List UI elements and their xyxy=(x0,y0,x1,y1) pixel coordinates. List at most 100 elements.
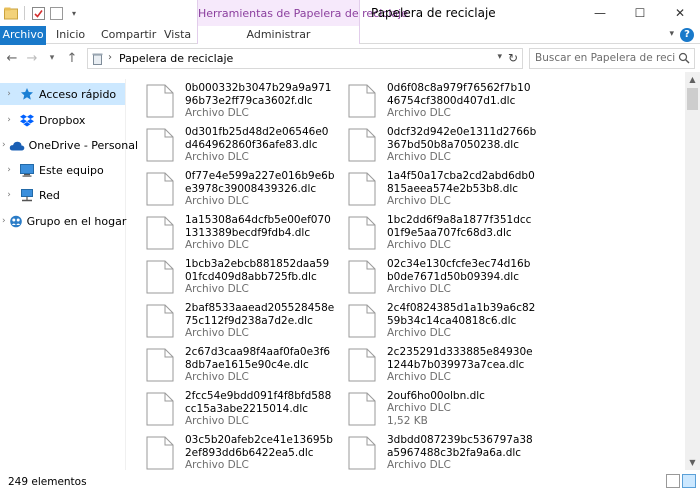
tiles-view-icon[interactable] xyxy=(682,474,696,488)
window-title: Papelera de reciclaje xyxy=(371,6,496,20)
tab-compartir[interactable]: Compartir xyxy=(101,26,156,44)
item-count: 249 elementos xyxy=(8,476,87,488)
separator xyxy=(24,6,25,20)
file-item[interactable]: 1bcb3a2ebcb881852daa5901fcd409d8abb725fb… xyxy=(132,252,332,295)
file-icon xyxy=(146,84,174,118)
scrollbar-thumb[interactable] xyxy=(687,88,698,110)
new-folder-icon[interactable] xyxy=(49,6,63,20)
file-item[interactable]: 02c34e130cfcfe3ec74d16bb0de7671d50b09394… xyxy=(334,252,534,295)
sidebar-item-label: Acceso rápido xyxy=(39,87,117,101)
file-item[interactable]: 0d6f08c8a979f76562f7b1046754cf3800d407d1… xyxy=(334,76,534,119)
file-type: Archivo DLC xyxy=(185,371,249,383)
sidebar-item-label: Red xyxy=(39,188,60,202)
file-item[interactable]: 0d301fb25d48d2e06546e0d464962860f36afe83… xyxy=(132,120,332,163)
file-name: 03c5b20afeb2ce41e13695b2ef893dd6b6422ea5… xyxy=(185,434,333,459)
file-type: Archivo DLC xyxy=(387,107,451,119)
folder-icon[interactable] xyxy=(4,6,18,20)
vertical-scrollbar[interactable]: ▲ ▼ xyxy=(685,72,700,470)
file-type: Archivo DLC xyxy=(185,107,249,119)
file-type: Archivo DLC xyxy=(185,239,249,251)
file-item[interactable]: 0f77e4e599a227e016b9e6be3978c39008439326… xyxy=(132,164,335,207)
search-icon[interactable] xyxy=(678,52,690,67)
file-item[interactable]: 2c235291d333885e84930e1244b7b039973a7cea… xyxy=(334,340,534,383)
file-icon xyxy=(348,436,376,470)
close-button[interactable]: ✕ xyxy=(660,0,700,26)
expand-chevron-icon[interactable]: › xyxy=(2,216,6,226)
tab-vista[interactable]: Vista xyxy=(164,26,191,44)
scroll-up-icon[interactable]: ▲ xyxy=(685,72,700,87)
file-item[interactable]: 1a15308a64dcfb5e00ef0701313389becdf9fdb4… xyxy=(132,208,332,251)
expand-chevron-icon[interactable]: › xyxy=(2,89,16,99)
file-icon xyxy=(348,392,376,426)
file-name: 1a15308a64dcfb5e00ef0701313389becdf9fdb4… xyxy=(185,214,331,239)
refresh-icon[interactable]: ↻ xyxy=(508,51,518,65)
file-icon xyxy=(348,348,376,382)
file-name: 2c235291d333885e84930e1244b7b039973a7cea… xyxy=(387,346,533,371)
file-item[interactable]: 1bc2dd6f9a8a1877f351dcc01f9e5aa707fc68d3… xyxy=(334,208,534,251)
recent-locations-icon[interactable]: ▾ xyxy=(44,50,60,66)
file-type: Archivo DLC xyxy=(387,239,451,251)
sidebar-item-onedrive[interactable]: › OneDrive - Personal xyxy=(0,134,138,156)
navigation-pane: › Acceso rápido › Dropbox › OneDrive - P… xyxy=(0,79,138,470)
minimize-button[interactable]: — xyxy=(580,0,620,26)
file-item[interactable]: 2c67d3caa98f4aaf0fa0e3f68db7ae1615e90c4e… xyxy=(132,340,332,383)
back-arrow-icon[interactable]: ← xyxy=(4,50,20,66)
file-item[interactable]: 2baf8533aaead205528458e75c112f9d238a7d2e… xyxy=(132,296,334,339)
file-icon xyxy=(146,392,174,426)
tab-administrar[interactable]: Administrar xyxy=(197,26,360,44)
forward-arrow-icon[interactable]: → xyxy=(24,50,40,66)
address-dropdown-icon[interactable]: ▾ xyxy=(497,52,502,62)
file-type: Archivo DLC xyxy=(387,151,451,163)
scroll-down-icon[interactable]: ▼ xyxy=(685,455,700,470)
file-item[interactable]: 2c4f0824385d1a1b39a6c8259b34c14ca40818c6… xyxy=(334,296,535,339)
details-view-icon[interactable] xyxy=(666,474,680,488)
network-icon xyxy=(19,187,35,203)
sidebar-item-label: Dropbox xyxy=(39,113,86,127)
file-icon xyxy=(146,304,174,338)
properties-icon[interactable] xyxy=(31,6,45,20)
expand-chevron-icon[interactable]: › xyxy=(2,190,16,200)
file-item[interactable]: 1a4f50a17cba2cd2abd6db0815aeea574e2b53b8… xyxy=(334,164,535,207)
file-type: Archivo DLC xyxy=(185,459,249,470)
help-icon[interactable]: ? xyxy=(680,28,694,42)
file-icon xyxy=(146,216,174,250)
file-type: Archivo DLC xyxy=(185,415,249,427)
file-name: 0d6f08c8a979f76562f7b1046754cf3800d407d1… xyxy=(387,82,531,107)
sidebar-item-quick-access[interactable]: › Acceso rápido xyxy=(0,83,125,105)
sidebar-item-network[interactable]: › Red xyxy=(0,184,125,206)
expand-ribbon-icon[interactable]: ▾ xyxy=(669,29,674,39)
file-icon xyxy=(146,128,174,162)
file-item[interactable]: 3dbdd087239bc536797a38a5967488c3b2fa9a6a… xyxy=(334,428,534,470)
file-name: 1bc2dd6f9a8a1877f351dcc01f9e5aa707fc68d3… xyxy=(387,214,532,239)
file-name: 1bcb3a2ebcb881852daa5901fcd409d8abb725fb… xyxy=(185,258,330,283)
sidebar-item-homegroup[interactable]: › Grupo en el hogar xyxy=(0,210,126,232)
file-item[interactable]: 2ouf6ho00olbn.dlc Archivo DLC 1,52 KB xyxy=(334,384,534,427)
file-type: Archivo DLC xyxy=(387,283,451,295)
expand-chevron-icon[interactable]: › xyxy=(2,115,16,125)
search-input[interactable] xyxy=(535,52,675,64)
address-bar[interactable]: › Papelera de reciclaje ▾ ↻ xyxy=(87,48,523,69)
breadcrumb-chevron-icon[interactable]: › xyxy=(108,52,112,63)
file-name: 0b000332b3047b29a9a97196b73e2ff79ca3602f… xyxy=(185,82,332,107)
file-icon xyxy=(146,260,174,294)
breadcrumb[interactable]: Papelera de reciclaje xyxy=(119,52,233,65)
file-item[interactable]: 2fcc54e9bdd091f4f8bfd588cc15a3abe2215014… xyxy=(132,384,332,427)
file-icon xyxy=(146,348,174,382)
sidebar-item-this-pc[interactable]: › Este equipo xyxy=(0,159,125,181)
file-item[interactable]: 0dcf32d942e0e1311d2766b367bd50b8a7050238… xyxy=(334,120,536,163)
window-controls: — ☐ ✕ xyxy=(580,0,700,26)
file-item[interactable]: 03c5b20afeb2ce41e13695b2ef893dd6b6422ea5… xyxy=(132,428,333,470)
tab-inicio[interactable]: Inicio xyxy=(56,26,85,44)
expand-chevron-icon[interactable]: › xyxy=(2,165,16,175)
up-arrow-icon[interactable]: ↑ xyxy=(64,50,80,66)
expand-chevron-icon[interactable]: › xyxy=(2,140,6,150)
file-type: Archivo DLC xyxy=(387,459,451,470)
file-name: 0d301fb25d48d2e06546e0d464962860f36afe83… xyxy=(185,126,329,151)
file-icon xyxy=(146,172,174,206)
sidebar-item-dropbox[interactable]: › Dropbox xyxy=(0,109,125,131)
search-box[interactable] xyxy=(529,48,695,69)
file-icon xyxy=(348,304,376,338)
maximize-button[interactable]: ☐ xyxy=(620,0,660,26)
customize-toolbar-icon[interactable]: ▾ xyxy=(67,6,81,20)
file-item[interactable]: 0b000332b3047b29a9a97196b73e2ff79ca3602f… xyxy=(132,76,332,119)
